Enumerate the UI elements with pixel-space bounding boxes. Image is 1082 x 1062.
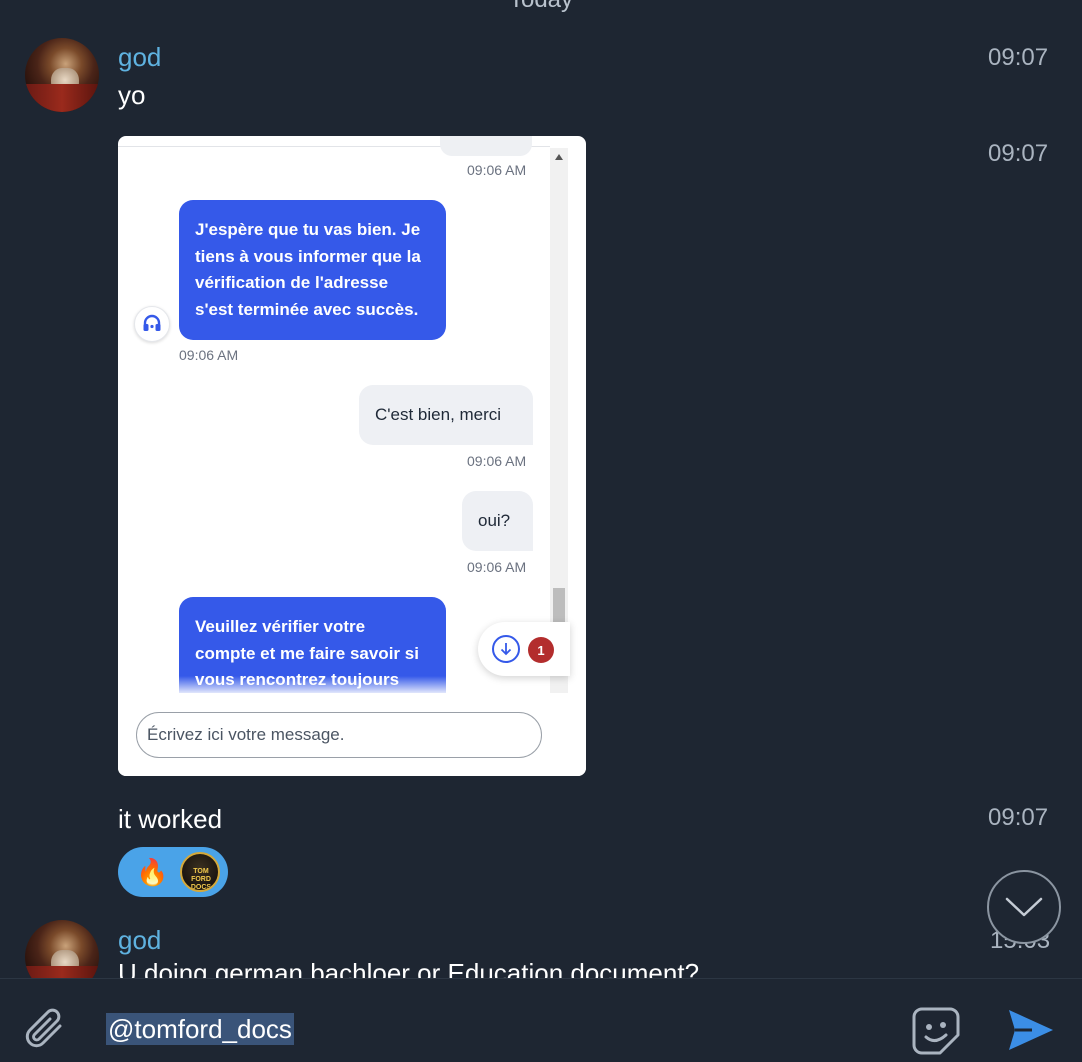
chat-time: 09:06 AM	[467, 453, 527, 469]
chat-time: 09:06 AM	[467, 162, 527, 178]
user-message-bubble: oui?	[462, 491, 533, 551]
chevron-down-icon	[1005, 897, 1043, 917]
message-input[interactable]: @tomford_docs	[106, 1013, 294, 1045]
headset-icon	[134, 306, 170, 342]
fire-emoji: 🔥	[136, 857, 169, 887]
chat-time: 09:06 AM	[467, 559, 527, 575]
sender-name[interactable]: god	[118, 42, 161, 73]
message-time: 09:07	[988, 804, 1049, 831]
paperclip-icon[interactable]	[22, 1005, 70, 1058]
screenshot-image[interactable]: 09:06 AM J'espère que tu vas bien. Je ti…	[118, 136, 586, 776]
scroll-down-button[interactable]: 1	[478, 622, 570, 676]
message-composer: @tomford_docs	[0, 978, 1082, 1062]
message-text: yo	[118, 80, 146, 110]
message-time: 09:07	[988, 44, 1049, 71]
date-separator: Today	[0, 0, 1082, 14]
unread-badge: 1	[528, 637, 554, 663]
chat-scrollbar[interactable]	[550, 148, 568, 693]
sender-name[interactable]: god	[118, 925, 161, 956]
scroll-to-bottom-button[interactable]	[987, 870, 1061, 944]
chat-time: 09:06 AM	[179, 347, 239, 363]
user-message-bubble: C'est bien, merci	[359, 385, 533, 445]
reactor-avatar: TOM FORD DOCS	[180, 852, 220, 892]
reaction-chip[interactable]: 🔥 TOM FORD DOCS	[118, 847, 228, 897]
message-text: it worked	[118, 804, 223, 834]
sender-avatar[interactable]	[25, 38, 99, 112]
message-time: 09:07	[988, 140, 1049, 167]
sticker-icon[interactable]	[908, 1003, 964, 1062]
agent-message-bubble: J'espère que tu vas bien. Je tiens à vou…	[179, 200, 446, 340]
arrow-down-icon	[492, 635, 520, 663]
chat-message-input[interactable]: Écrivez ici votre message.	[136, 712, 542, 758]
send-icon[interactable]	[1006, 1007, 1056, 1058]
